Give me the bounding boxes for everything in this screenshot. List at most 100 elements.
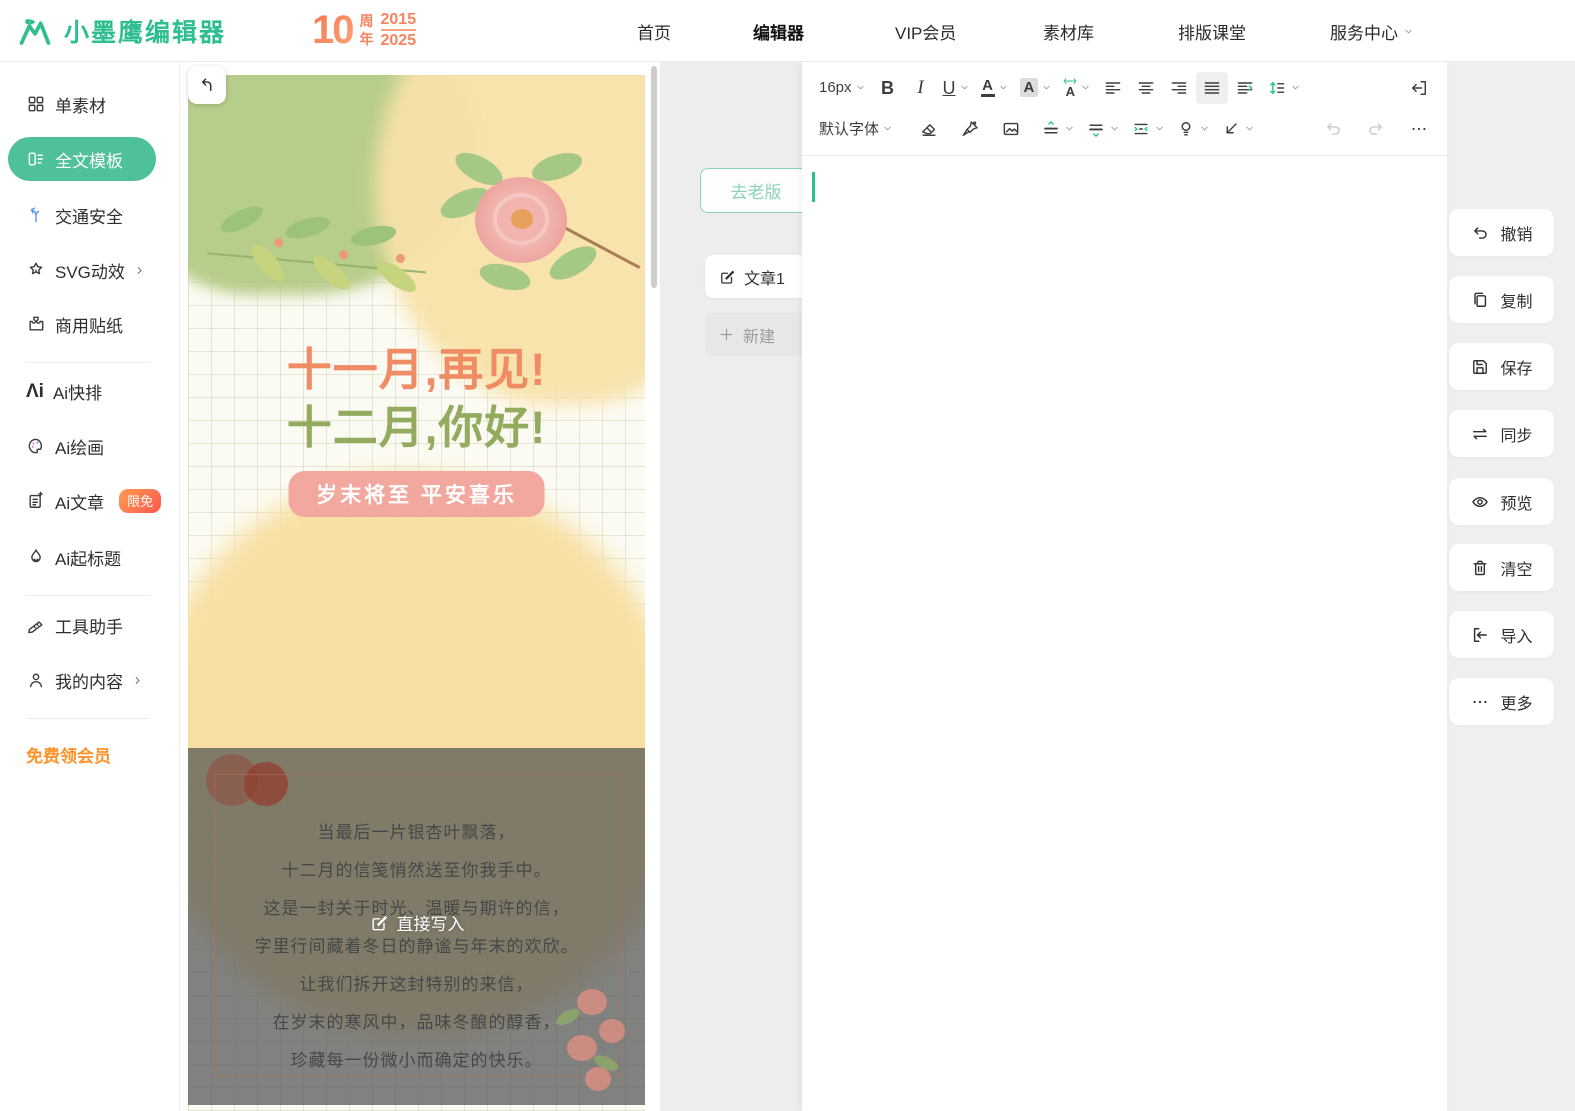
- highlight-color-icon: A: [1020, 78, 1039, 97]
- person-icon: [26, 670, 46, 690]
- sync-action-button[interactable]: 同步: [1449, 410, 1554, 457]
- collapse-toolbar-button[interactable]: [1403, 72, 1435, 104]
- letter-spacing-dropdown[interactable]: A: [1058, 72, 1096, 104]
- sync-arrows-icon: [1470, 424, 1490, 444]
- chevron-down-icon: [1154, 123, 1165, 134]
- direct-write-button[interactable]: 直接写入: [369, 910, 465, 935]
- sidebar-item-svg-animation[interactable]: s SVG动效: [26, 252, 145, 288]
- template-artwork[interactable]: 十一月,再见! 十二月,你好! 岁末将至 平安喜乐 当最后一片银杏叶飘落， 十二…: [188, 75, 645, 1111]
- sidebar-item-ai-layout[interactable]: Λi Ai快排: [26, 373, 102, 409]
- save-action-button[interactable]: 保存: [1449, 343, 1554, 390]
- sidebar-item-tool-assistant[interactable]: 工具助手: [26, 607, 123, 643]
- bold-button[interactable]: B: [872, 72, 904, 104]
- sidebar-item-ai-painting[interactable]: Ai绘画: [26, 428, 104, 464]
- font-color-dropdown[interactable]: A: [976, 72, 1014, 104]
- redo-button[interactable]: [1360, 113, 1392, 145]
- font-size-dropdown[interactable]: 16px: [814, 72, 871, 104]
- letter-section-overlay: 当最后一片银杏叶飘落， 十二月的信笺悄然送至你我手中。 这是一封关于时光、温暖与…: [188, 748, 645, 1105]
- font-family-dropdown[interactable]: 默认字体: [814, 113, 898, 145]
- sidebar-item-full-template[interactable]: 全文模板: [8, 137, 156, 181]
- align-justify-icon: [1202, 78, 1222, 98]
- nav-home[interactable]: 首页: [637, 0, 671, 62]
- edit-icon: [718, 268, 736, 286]
- undo-icon: [1470, 223, 1490, 243]
- undo-action-button[interactable]: 撤销: [1449, 209, 1554, 256]
- paragraph-indent-dropdown[interactable]: [1126, 113, 1170, 145]
- app-root: 小墨鹰编辑器 10 周 年 2015 2025 首页 编辑器 VIP会员 素材库…: [0, 0, 1575, 1111]
- indent-button[interactable]: [1229, 72, 1261, 104]
- insert-image-button[interactable]: [995, 113, 1027, 145]
- sidebar-divider: [26, 718, 150, 719]
- clear-action-button[interactable]: 清空: [1449, 544, 1554, 591]
- chevron-down-icon: [1403, 26, 1414, 37]
- sidebar-item-ai-article[interactable]: Ai文章 限免: [26, 483, 161, 519]
- align-center-button[interactable]: [1130, 72, 1162, 104]
- line-height-icon: [1267, 78, 1287, 98]
- editor-content-area[interactable]: [802, 156, 1447, 1111]
- camellia-flower-illustration: [435, 155, 605, 305]
- align-right-button[interactable]: [1163, 72, 1195, 104]
- nav-service-center[interactable]: 服务中心: [1330, 0, 1414, 62]
- nav-editor[interactable]: 编辑器: [753, 0, 804, 62]
- free-vip-link[interactable]: 免费领会员: [26, 742, 111, 767]
- more-dots-icon: [1470, 692, 1490, 712]
- paint-brush-icon: [960, 119, 980, 139]
- template-subtitle-pill: 岁末将至 平安喜乐: [288, 471, 545, 517]
- preview-action-button[interactable]: 预览: [1449, 478, 1554, 525]
- editor-toolbar: 16px B I U A A: [802, 62, 1447, 156]
- indent-both-icon: [1131, 119, 1151, 139]
- copy-action-button[interactable]: 复制: [1449, 276, 1554, 323]
- sidebar: 单素材 全文模板 交通安全 s SVG动效 商用贴纸: [0, 62, 180, 1111]
- puzzle-icon: [26, 314, 46, 334]
- ai-quick-icon: Λi: [26, 382, 44, 401]
- align-justify-button[interactable]: [1196, 72, 1228, 104]
- flame-icon: [26, 547, 46, 567]
- arrow-down-left-icon: [1221, 119, 1241, 139]
- redo-icon: [1366, 119, 1386, 139]
- space-before-dropdown[interactable]: [1036, 113, 1080, 145]
- import-action-button[interactable]: 导入: [1449, 611, 1554, 658]
- trash-icon: [1470, 558, 1490, 578]
- back-button[interactable]: [188, 66, 226, 104]
- italic-button[interactable]: I: [905, 72, 937, 104]
- sidebar-item-my-content[interactable]: 我的内容: [26, 662, 143, 698]
- format-painter-button[interactable]: [954, 113, 986, 145]
- more-action-button[interactable]: 更多: [1449, 678, 1554, 725]
- sidebar-item-traffic-safety[interactable]: 交通安全: [26, 197, 123, 233]
- more-tools-button[interactable]: [1403, 113, 1435, 145]
- sidebar-item-ai-title[interactable]: Ai起标题: [26, 539, 121, 575]
- template-title-line1: 十一月,再见!: [188, 341, 645, 399]
- nav-classes[interactable]: 排版课堂: [1178, 0, 1246, 62]
- align-center-icon: [1136, 78, 1156, 98]
- more-dots-icon: [1409, 119, 1429, 139]
- insert-position-dropdown[interactable]: [1216, 113, 1260, 145]
- app-logo[interactable]: 小墨鹰编辑器: [16, 0, 226, 62]
- underline-dropdown[interactable]: U: [938, 72, 975, 104]
- anniversary-year-from: 2015: [381, 11, 417, 31]
- copy-icon: [1470, 290, 1490, 310]
- clear-format-button[interactable]: [913, 113, 945, 145]
- preview-scrollbar-thumb[interactable]: [651, 66, 657, 288]
- new-article-button[interactable]: 新建: [705, 313, 815, 356]
- sidebar-item-single-material[interactable]: 单素材: [26, 86, 106, 122]
- legacy-version-button[interactable]: 去老版: [700, 168, 812, 213]
- sidebar-divider: [26, 362, 150, 363]
- undo-button[interactable]: [1317, 113, 1349, 145]
- nav-materials[interactable]: 素材库: [1043, 0, 1094, 62]
- article-tab[interactable]: 文章1: [705, 255, 815, 298]
- toolbar-row-1: 16px B I U A A: [814, 67, 1435, 108]
- space-after-dropdown[interactable]: [1081, 113, 1125, 145]
- line-height-dropdown[interactable]: [1262, 72, 1306, 104]
- sidebar-item-stickers[interactable]: 商用贴纸: [26, 306, 123, 342]
- edit-icon: [369, 913, 389, 933]
- chevron-down-icon: [998, 82, 1009, 93]
- highlight-tip-dropdown[interactable]: [1171, 113, 1215, 145]
- chevron-down-icon: [1109, 123, 1120, 134]
- template-title-line2: 十二月,你好!: [188, 399, 645, 457]
- nav-vip[interactable]: VIP会员: [895, 0, 956, 62]
- chevron-right-icon: [132, 675, 143, 686]
- align-left-button[interactable]: [1097, 72, 1129, 104]
- highlight-color-dropdown[interactable]: A: [1015, 72, 1058, 104]
- star-s-icon: s: [26, 260, 46, 280]
- image-icon: [1001, 119, 1021, 139]
